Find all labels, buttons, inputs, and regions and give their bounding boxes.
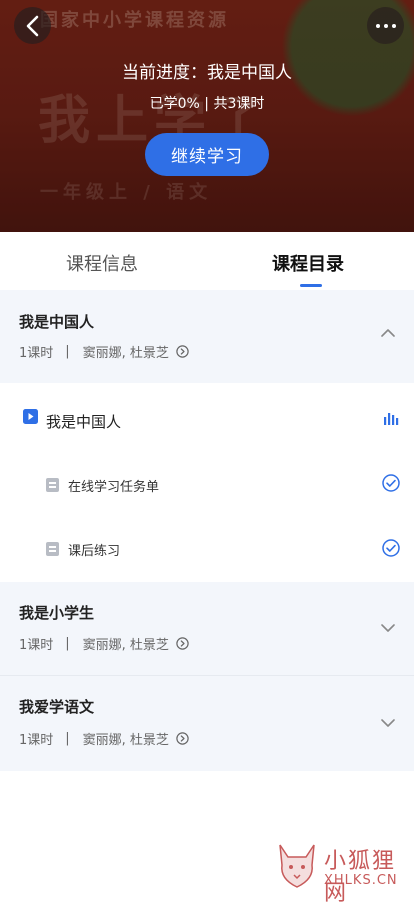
current-progress-title: 当前进度：我是中国人 (122, 63, 292, 83)
unit-title: 我是小学生 (19, 604, 95, 622)
tab-course-info[interactable]: 课程信息 (66, 250, 138, 276)
chevron-left-icon (26, 15, 38, 36)
document-icon (46, 478, 59, 492)
unit-teachers: 窦丽娜, 杜景芝 (82, 638, 169, 653)
meta-separator: | (65, 344, 70, 359)
check-circle-icon (382, 474, 400, 492)
lesson-label: 在线学习任务单 (68, 480, 160, 495)
tab-course-catalog[interactable]: 课程目录 (272, 250, 344, 276)
tab-bar: 课程信息 课程目录 (0, 232, 414, 290)
video-play-icon (23, 409, 38, 424)
continue-learning-button[interactable]: 继续学习 (145, 133, 269, 176)
fox-logo-icon (279, 844, 315, 888)
playing-bars-icon (384, 413, 399, 425)
unit-teachers: 窦丽娜, 杜景芝 (82, 346, 169, 361)
course-hero: 国家中小学课程资源 我上学了 一年级上 / 语文 当前进度：我是中国人 已学0%… (0, 0, 414, 232)
chevron-down-icon[interactable] (380, 718, 396, 728)
document-icon (46, 542, 59, 556)
unit-header[interactable]: 我爱学语文 1课时 | 窦丽娜, 杜景芝 (0, 676, 414, 771)
teacher-info-icon[interactable] (176, 637, 189, 650)
unit-meta: 1课时 | 窦丽娜, 杜景芝 (19, 729, 189, 748)
unit-header[interactable]: 我是小学生 1课时 | 窦丽娜, 杜景芝 (0, 582, 414, 675)
check-circle-icon (382, 539, 400, 557)
lesson-item-homework[interactable]: 课后练习 (0, 518, 414, 584)
teacher-info-icon[interactable] (176, 732, 189, 745)
progress-summary: 已学0% | 共3课时 (149, 96, 265, 112)
unit-hours: 1课时 (19, 733, 54, 748)
hero-overlay (0, 0, 414, 232)
more-button[interactable] (367, 7, 404, 44)
unit-title: 我爱学语文 (19, 698, 95, 716)
unit-teachers: 窦丽娜, 杜景芝 (82, 733, 169, 748)
lesson-label: 我是中国人 (46, 413, 122, 431)
unit-header[interactable]: 我是中国人 1课时 | 窦丽娜, 杜景芝 (0, 290, 414, 383)
lesson-label: 课后练习 (68, 544, 121, 559)
active-tab-indicator (300, 284, 322, 287)
lesson-item-task-sheet[interactable]: 在线学习任务单 (0, 452, 414, 518)
site-watermark: 小狐狸网 XHLKS.CN (274, 835, 414, 906)
chevron-up-icon[interactable] (380, 328, 396, 338)
chevron-down-icon[interactable] (380, 623, 396, 633)
more-dots-icon (375, 23, 396, 28)
unit-meta: 1课时 | 窦丽娜, 杜景芝 (19, 634, 189, 653)
unit-meta: 1课时 | 窦丽娜, 杜景芝 (19, 342, 189, 361)
back-button[interactable] (14, 7, 51, 44)
teacher-info-icon[interactable] (176, 345, 189, 358)
unit-hours: 1课时 (19, 346, 54, 361)
unit-title: 我是中国人 (19, 313, 95, 331)
unit-hours: 1课时 (19, 638, 54, 653)
lesson-item-current[interactable]: 我是中国人 (0, 386, 414, 452)
meta-separator: | (65, 731, 70, 746)
meta-separator: | (65, 636, 70, 651)
watermark-url: XHLKS.CN (324, 873, 398, 888)
